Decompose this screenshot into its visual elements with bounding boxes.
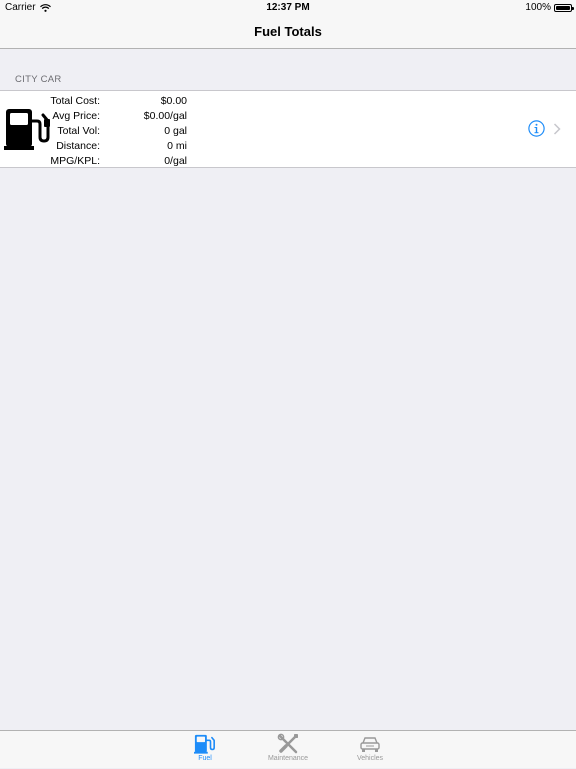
info-icon[interactable] [528,120,545,137]
section-header: CITY CAR [15,74,62,85]
vehicle-totals-cell[interactable]: Total Cost: $0.00 Avg Price: $0.00/gal T… [0,90,576,168]
status-time: 12:37 PM [266,2,310,13]
stat-label: MPG/KPL: [50,155,100,167]
stat-value: $0.00 [160,95,187,107]
battery-percent: 100% [525,2,551,13]
stat-label: Avg Price: [52,110,100,122]
stat-value: 0/gal [164,155,187,167]
tab-label: Maintenance [267,755,309,762]
battery-icon [554,4,574,12]
status-bar: Carrier 12:37 PM 100% [0,0,576,16]
stat-value: 0 mi [167,140,187,152]
stat-value: 0 gal [164,125,187,137]
tab-label: Fuel [198,755,212,762]
stat-label: Total Vol: [57,125,100,137]
tab-fuel[interactable]: Fuel [170,731,240,769]
car-icon [360,737,380,752]
battery-fill [556,6,570,10]
chevron-right-icon [553,123,561,135]
navigation-bar: Fuel Totals [0,16,576,49]
tab-label: Vehicles [356,755,384,762]
tab-vehicles[interactable]: Vehicles [335,731,405,769]
fuel-pump-icon [194,734,215,754]
stat-value: $0.00/gal [143,110,187,122]
wrench-screwdriver-icon [277,733,298,754]
stat-label: Distance: [56,140,100,152]
page-title: Fuel Totals [254,24,322,39]
tab-maintenance[interactable]: Maintenance [253,731,323,769]
tab-bar: Fuel Maintenance Vehicles [0,730,576,768]
stat-label: Total Cost: [50,95,100,107]
